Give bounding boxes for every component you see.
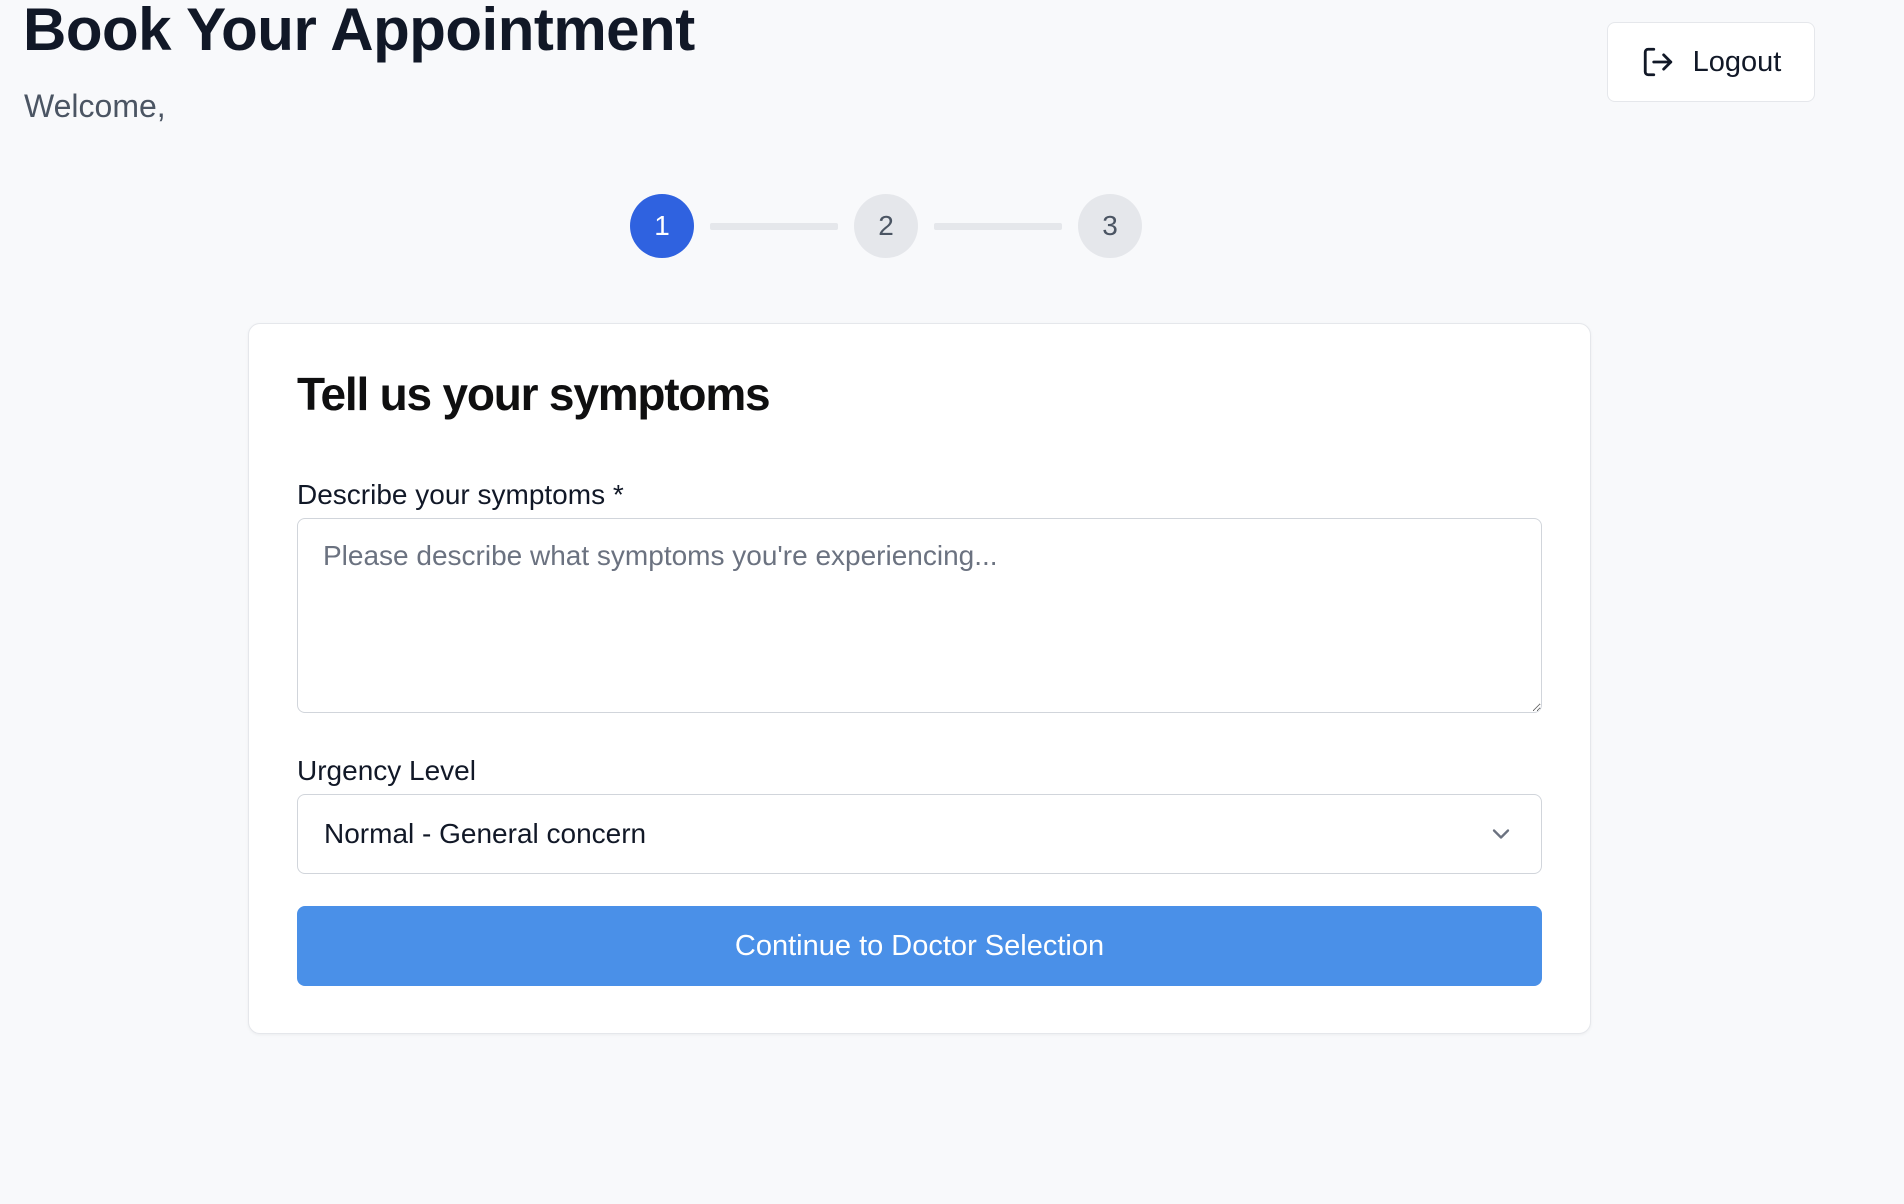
urgency-select[interactable]: Normal - General concern xyxy=(297,794,1542,874)
logout-button[interactable]: Logout xyxy=(1607,22,1815,102)
step-connector xyxy=(710,222,838,230)
progress-stepper: 1 2 3 xyxy=(630,194,1142,258)
step-connector xyxy=(934,222,1062,230)
step-2: 2 xyxy=(854,194,918,258)
urgency-selected-value: Normal - General concern xyxy=(324,818,647,849)
page-title: Book Your Appointment xyxy=(23,0,695,63)
continue-button[interactable]: Continue to Doctor Selection xyxy=(297,906,1542,986)
welcome-text: Welcome, xyxy=(24,88,166,124)
step-3: 3 xyxy=(1078,194,1142,258)
card-title: Tell us your symptoms xyxy=(297,368,771,420)
booking-page: Book Your Appointment Welcome, Logout 1 … xyxy=(0,0,1904,1204)
logout-label: Logout xyxy=(1692,45,1782,78)
symptoms-label: Describe your symptoms * xyxy=(297,479,624,510)
logout-icon xyxy=(1643,47,1672,77)
urgency-label: Urgency Level xyxy=(297,755,476,786)
chevron-down-icon xyxy=(1492,829,1510,839)
symptoms-textarea[interactable] xyxy=(297,518,1542,713)
step-1: 1 xyxy=(630,194,694,258)
symptoms-card: Tell us your symptoms Describe your symp… xyxy=(248,323,1591,1034)
